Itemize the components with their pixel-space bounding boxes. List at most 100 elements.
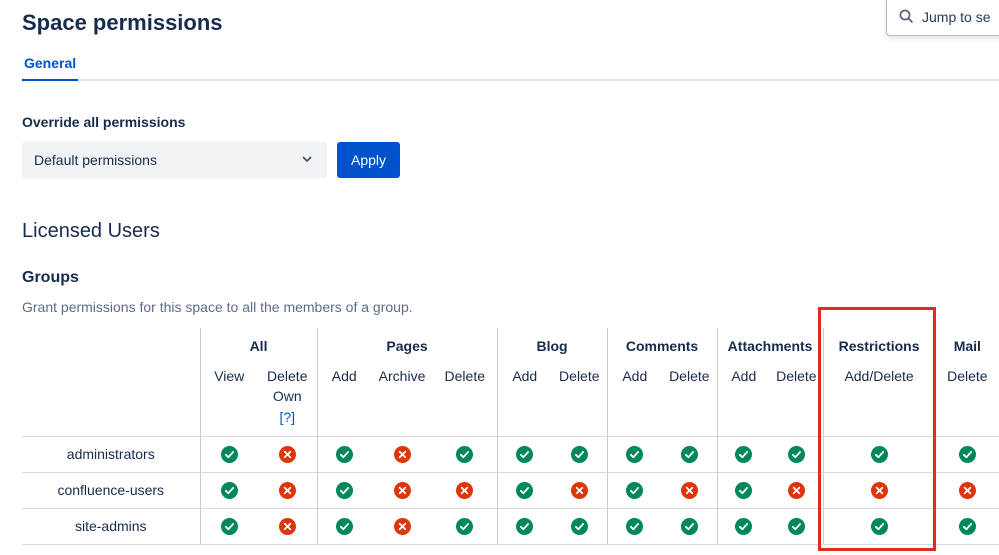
group-name: site-admins bbox=[22, 508, 200, 545]
space-permissions-page: Space permissions General Override all p… bbox=[0, 0, 999, 545]
permission-cell bbox=[662, 472, 718, 509]
groups-description: Grant permissions for this space to all … bbox=[22, 299, 413, 315]
apply-button[interactable]: Apply bbox=[337, 142, 401, 178]
permission-cell bbox=[934, 436, 999, 473]
permission-cell bbox=[822, 472, 936, 509]
group-name: confluence-users bbox=[22, 472, 200, 509]
permissions-dropdown[interactable]: Default permissions bbox=[22, 142, 327, 178]
permission-cell bbox=[316, 472, 372, 509]
check-circle-icon bbox=[626, 517, 644, 535]
search-box[interactable]: Jump to se bbox=[886, 0, 999, 36]
override-controls: Default permissions Apply bbox=[22, 142, 999, 178]
col-header-view: View bbox=[199, 362, 258, 437]
check-circle-icon bbox=[787, 517, 805, 535]
col-header-comments-add: Add bbox=[606, 362, 663, 437]
licensed-users-heading: Licensed Users bbox=[22, 220, 160, 242]
permission-cell bbox=[822, 436, 936, 473]
check-circle-icon bbox=[516, 517, 534, 535]
permission-cell bbox=[606, 472, 663, 509]
col-header-blog-delete: Delete bbox=[552, 362, 608, 437]
permission-cell bbox=[662, 436, 718, 473]
column-group-comments: Comments bbox=[606, 328, 718, 362]
permission-cell bbox=[199, 508, 258, 545]
check-circle-icon bbox=[456, 445, 474, 463]
column-group-all: All bbox=[199, 328, 318, 362]
check-circle-icon bbox=[680, 517, 698, 535]
groups-heading: Groups bbox=[22, 269, 79, 286]
column-group-pages: Pages bbox=[316, 328, 498, 362]
group-name: administrators bbox=[22, 436, 200, 473]
permission-cell bbox=[371, 472, 434, 509]
check-circle-icon bbox=[680, 445, 698, 463]
group-permissions-table: All Pages Blog Comments Attachments Rest… bbox=[22, 328, 999, 545]
table-row-site-admins: site-admins bbox=[22, 508, 999, 545]
override-permissions-label: Override all permissions bbox=[22, 114, 186, 130]
tab-general[interactable]: General bbox=[22, 55, 79, 81]
permission-cell bbox=[496, 472, 553, 509]
check-circle-icon bbox=[735, 445, 753, 463]
check-circle-icon bbox=[570, 445, 588, 463]
cross-circle-icon bbox=[870, 481, 888, 499]
cross-circle-icon bbox=[393, 481, 411, 499]
permission-cell bbox=[606, 436, 663, 473]
cross-circle-icon bbox=[278, 517, 296, 535]
check-circle-icon bbox=[335, 481, 353, 499]
permission-cell bbox=[770, 436, 824, 473]
cross-circle-icon bbox=[958, 481, 976, 499]
permission-cell bbox=[934, 508, 999, 545]
permission-cell bbox=[316, 508, 372, 545]
cross-circle-icon bbox=[456, 481, 474, 499]
check-circle-icon bbox=[626, 445, 644, 463]
chevron-down-icon bbox=[299, 151, 315, 170]
permission-cell bbox=[433, 436, 498, 473]
permission-cell bbox=[934, 472, 999, 509]
permission-cell bbox=[199, 436, 258, 473]
column-group-mail: Mail bbox=[934, 328, 999, 362]
column-group-attachments: Attachments bbox=[716, 328, 824, 362]
permission-cell bbox=[770, 472, 824, 509]
check-circle-icon bbox=[958, 445, 976, 463]
permission-cell bbox=[371, 508, 434, 545]
col-header-delete-own: Delete Own [?] bbox=[258, 362, 318, 437]
table-row-administrators: administrators bbox=[22, 436, 999, 473]
check-circle-icon bbox=[220, 481, 238, 499]
permission-cell bbox=[199, 472, 258, 509]
permission-cell bbox=[552, 472, 608, 509]
check-circle-icon bbox=[220, 517, 238, 535]
permission-cell bbox=[716, 508, 771, 545]
tab-bar: General bbox=[22, 55, 999, 81]
delete-own-help-link[interactable]: [?] bbox=[258, 407, 317, 427]
check-circle-icon bbox=[870, 517, 888, 535]
col-header-blog-add: Add bbox=[496, 362, 553, 437]
group-name-header bbox=[22, 328, 200, 362]
permission-cell bbox=[258, 472, 318, 509]
permission-cell bbox=[258, 508, 318, 545]
check-circle-icon bbox=[735, 517, 753, 535]
dropdown-selected-value: Default permissions bbox=[34, 152, 157, 168]
col-header-restrictions-adddelete: Add/Delete bbox=[822, 362, 936, 437]
column-group-header-row: All Pages Blog Comments Attachments Rest… bbox=[22, 328, 999, 362]
permission-cell bbox=[662, 508, 718, 545]
check-circle-icon bbox=[958, 517, 976, 535]
col-header-pages-delete: Delete bbox=[433, 362, 498, 437]
permission-cell bbox=[258, 436, 318, 473]
permission-cell bbox=[606, 508, 663, 545]
permission-cell bbox=[552, 508, 608, 545]
permissions-table-wrap: All Pages Blog Comments Attachments Rest… bbox=[22, 328, 999, 545]
check-circle-icon bbox=[787, 445, 805, 463]
cross-circle-icon bbox=[278, 445, 296, 463]
col-header-attachments-delete: Delete bbox=[770, 362, 824, 437]
check-circle-icon bbox=[516, 481, 534, 499]
col-header-attachments-add: Add bbox=[716, 362, 771, 437]
cross-circle-icon bbox=[787, 481, 805, 499]
permission-cell bbox=[316, 436, 372, 473]
column-group-blog: Blog bbox=[496, 328, 608, 362]
check-circle-icon bbox=[870, 445, 888, 463]
table-row-confluence-users: confluence-users bbox=[22, 472, 999, 509]
permission-cell bbox=[716, 436, 771, 473]
check-circle-icon bbox=[626, 481, 644, 499]
permission-cell bbox=[552, 436, 608, 473]
check-circle-icon bbox=[516, 445, 534, 463]
permission-cell bbox=[496, 508, 553, 545]
col-header-mail-delete: Delete bbox=[934, 362, 999, 437]
